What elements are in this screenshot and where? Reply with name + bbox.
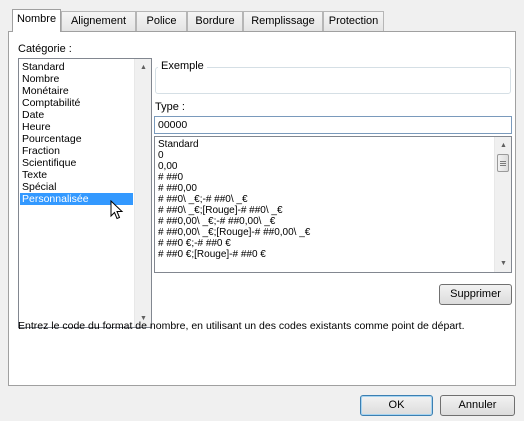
category-item-standard[interactable]: Standard <box>20 61 133 73</box>
category-item-texte[interactable]: Texte <box>20 169 133 181</box>
format-code-item[interactable]: # ##0\ _€;-# ##0\ _€ <box>158 194 248 205</box>
tab-bordure[interactable]: Bordure <box>187 11 243 31</box>
tab-remplissage[interactable]: Remplissage <box>243 11 323 31</box>
format-code-item[interactable]: # ##0,00\ _€;-# ##0,00\ _€ <box>158 216 275 227</box>
scroll-up-arrow-icon[interactable]: ▲ <box>135 59 152 76</box>
tab-panel-nombre: Catégorie : Standard Nombre Monétaire Co… <box>8 31 516 386</box>
scroll-thumb[interactable] <box>497 154 509 172</box>
format-code-item[interactable]: Standard <box>158 139 199 150</box>
category-item-heure[interactable]: Heure <box>20 121 133 133</box>
delete-button[interactable]: Supprimer <box>439 284 512 305</box>
category-item-fraction[interactable]: Fraction <box>20 145 133 157</box>
category-list[interactable]: Standard Nombre Monétaire Comptabilité D… <box>18 58 152 328</box>
sample-label: Exemple <box>158 60 207 72</box>
category-label: Catégorie : <box>18 43 72 55</box>
format-code-list[interactable]: Standard 0 0,00 # ##0 # ##0,00 # ##0\ _€… <box>154 136 512 273</box>
tab-nombre[interactable]: Nombre <box>12 9 61 32</box>
sample-box <box>155 67 511 94</box>
format-code-item[interactable]: # ##0,00\ _€;[Rouge]-# ##0,00\ _€ <box>158 227 310 238</box>
category-item-pourcentage[interactable]: Pourcentage <box>20 133 133 145</box>
category-item-nombre[interactable]: Nombre <box>20 73 133 85</box>
help-text: Entrez le code du format de nombre, en u… <box>18 320 465 332</box>
format-code-item[interactable]: 0,00 <box>158 161 177 172</box>
format-code-item[interactable]: # ##0\ _€;[Rouge]-# ##0\ _€ <box>158 205 283 216</box>
category-item-scientifique[interactable]: Scientifique <box>20 157 133 169</box>
format-list-scrollbar[interactable]: ▲ ▼ <box>494 137 511 272</box>
format-code-item[interactable]: 0 <box>158 150 164 161</box>
ok-button[interactable]: OK <box>360 395 433 416</box>
category-item-comptabilite[interactable]: Comptabilité <box>20 97 133 109</box>
format-code-item[interactable]: # ##0 €;-# ##0 € <box>158 238 231 249</box>
scroll-up-arrow-icon[interactable]: ▲ <box>495 137 512 154</box>
category-scrollbar[interactable]: ▲ ▼ <box>134 59 151 327</box>
tab-alignement[interactable]: Alignement <box>61 11 136 31</box>
category-item-monetaire[interactable]: Monétaire <box>20 85 133 97</box>
format-code-item[interactable]: # ##0,00 <box>158 183 197 194</box>
cancel-button[interactable]: Annuler <box>440 395 515 416</box>
category-item-date[interactable]: Date <box>20 109 133 121</box>
format-cells-dialog: Nombre Alignement Police Bordure Remplis… <box>0 0 524 421</box>
format-code-item[interactable]: # ##0 <box>158 172 183 183</box>
mouse-pointer-icon <box>110 200 124 220</box>
scroll-down-arrow-icon[interactable]: ▼ <box>495 255 512 272</box>
type-label: Type : <box>155 101 185 113</box>
tab-protection[interactable]: Protection <box>323 11 384 31</box>
format-code-item[interactable]: # ##0 €;[Rouge]-# ##0 € <box>158 249 266 260</box>
type-input[interactable]: 00000 <box>154 116 512 134</box>
tab-police[interactable]: Police <box>136 11 187 31</box>
category-item-special[interactable]: Spécial <box>20 181 133 193</box>
